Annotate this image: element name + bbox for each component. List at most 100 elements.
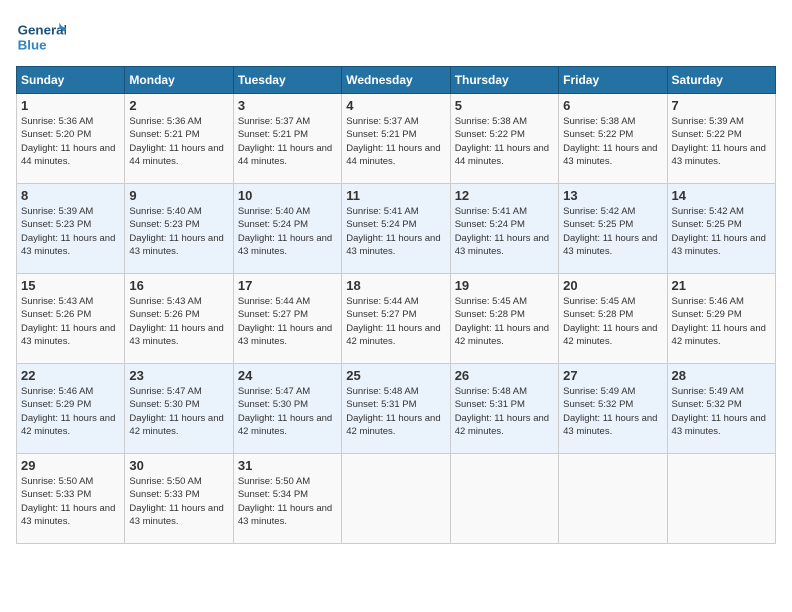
calendar-cell: 26 Sunrise: 5:48 AMSunset: 5:31 PMDayligh… (450, 364, 558, 454)
day-number: 13 (563, 188, 662, 203)
day-info: Sunrise: 5:50 AMSunset: 5:33 PMDaylight:… (21, 475, 120, 528)
day-number: 25 (346, 368, 445, 383)
day-number: 15 (21, 278, 120, 293)
day-number: 23 (129, 368, 228, 383)
day-number: 31 (238, 458, 337, 473)
day-info: Sunrise: 5:49 AMSunset: 5:32 PMDaylight:… (563, 385, 662, 438)
calendar-cell: 5 Sunrise: 5:38 AMSunset: 5:22 PMDaylight… (450, 94, 558, 184)
day-number: 19 (455, 278, 554, 293)
calendar-cell: 27 Sunrise: 5:49 AMSunset: 5:32 PMDayligh… (559, 364, 667, 454)
day-number: 17 (238, 278, 337, 293)
day-info: Sunrise: 5:46 AMSunset: 5:29 PMDaylight:… (672, 295, 771, 348)
calendar-cell: 28Sunrise: 5:49 AMSunset: 5:32 PMDayligh… (667, 364, 775, 454)
day-number: 30 (129, 458, 228, 473)
calendar-cell: 29 Sunrise: 5:50 AMSunset: 5:33 PMDayligh… (17, 454, 125, 544)
calendar-week-row: 15 Sunrise: 5:43 AMSunset: 5:26 PMDayligh… (17, 274, 776, 364)
weekday-header: Sunday (17, 67, 125, 94)
day-info: Sunrise: 5:43 AMSunset: 5:26 PMDaylight:… (129, 295, 228, 348)
calendar-cell: 14 Sunrise: 5:42 AMSunset: 5:25 PMDayligh… (667, 184, 775, 274)
svg-text:Blue: Blue (18, 37, 47, 52)
calendar-cell: 24 Sunrise: 5:47 AMSunset: 5:30 PMDayligh… (233, 364, 341, 454)
day-info: Sunrise: 5:42 AMSunset: 5:25 PMDaylight:… (563, 205, 662, 258)
calendar-week-row: 8Sunrise: 5:39 AMSunset: 5:23 PMDaylight… (17, 184, 776, 274)
day-info: Sunrise: 5:37 AMSunset: 5:21 PMDaylight:… (346, 115, 445, 168)
calendar-cell: 23 Sunrise: 5:47 AMSunset: 5:30 PMDayligh… (125, 364, 233, 454)
day-number: 4 (346, 98, 445, 113)
weekday-header: Tuesday (233, 67, 341, 94)
day-number: 7 (672, 98, 771, 113)
calendar-cell: 16 Sunrise: 5:43 AMSunset: 5:26 PMDayligh… (125, 274, 233, 364)
weekday-header: Friday (559, 67, 667, 94)
day-info: Sunrise: 5:47 AMSunset: 5:30 PMDaylight:… (238, 385, 337, 438)
day-number: 3 (238, 98, 337, 113)
logo-icon: General Blue (16, 16, 66, 56)
calendar-cell: 9 Sunrise: 5:40 AMSunset: 5:23 PMDaylight… (125, 184, 233, 274)
day-number: 1 (21, 98, 120, 113)
calendar-cell: 4 Sunrise: 5:37 AMSunset: 5:21 PMDaylight… (342, 94, 450, 184)
day-number: 21 (672, 278, 771, 293)
day-number: 20 (563, 278, 662, 293)
calendar-cell: 18 Sunrise: 5:44 AMSunset: 5:27 PMDayligh… (342, 274, 450, 364)
day-info: Sunrise: 5:44 AMSunset: 5:27 PMDaylight:… (238, 295, 337, 348)
day-info: Sunrise: 5:46 AMSunset: 5:29 PMDaylight:… (21, 385, 120, 438)
day-number: 29 (21, 458, 120, 473)
day-info: Sunrise: 5:40 AMSunset: 5:23 PMDaylight:… (129, 205, 228, 258)
day-number: 26 (455, 368, 554, 383)
calendar-cell: 7 Sunrise: 5:39 AMSunset: 5:22 PMDaylight… (667, 94, 775, 184)
day-info: Sunrise: 5:36 AMSunset: 5:20 PMDaylight:… (21, 115, 120, 168)
calendar-cell (342, 454, 450, 544)
day-number: 2 (129, 98, 228, 113)
day-info: Sunrise: 5:38 AMSunset: 5:22 PMDaylight:… (455, 115, 554, 168)
day-number: 16 (129, 278, 228, 293)
calendar-cell: 20Sunrise: 5:45 AMSunset: 5:28 PMDayligh… (559, 274, 667, 364)
day-info: Sunrise: 5:41 AMSunset: 5:24 PMDaylight:… (346, 205, 445, 258)
day-number: 8 (21, 188, 120, 203)
calendar-week-row: 22 Sunrise: 5:46 AMSunset: 5:29 PMDayligh… (17, 364, 776, 454)
calendar-cell: 30 Sunrise: 5:50 AMSunset: 5:33 PMDayligh… (125, 454, 233, 544)
calendar-cell: 19 Sunrise: 5:45 AMSunset: 5:28 PMDayligh… (450, 274, 558, 364)
day-number: 28 (672, 368, 771, 383)
day-info: Sunrise: 5:40 AMSunset: 5:24 PMDaylight:… (238, 205, 337, 258)
day-info: Sunrise: 5:38 AMSunset: 5:22 PMDaylight:… (563, 115, 662, 168)
calendar-table: SundayMondayTuesdayWednesdayThursdayFrid… (16, 66, 776, 544)
logo: General Blue (16, 16, 70, 56)
day-info: Sunrise: 5:50 AMSunset: 5:34 PMDaylight:… (238, 475, 337, 528)
calendar-cell: 6 Sunrise: 5:38 AMSunset: 5:22 PMDaylight… (559, 94, 667, 184)
day-number: 10 (238, 188, 337, 203)
day-info: Sunrise: 5:45 AMSunset: 5:28 PMDaylight:… (455, 295, 554, 348)
day-number: 12 (455, 188, 554, 203)
calendar-cell (450, 454, 558, 544)
day-number: 14 (672, 188, 771, 203)
day-number: 6 (563, 98, 662, 113)
day-info: Sunrise: 5:48 AMSunset: 5:31 PMDaylight:… (455, 385, 554, 438)
day-info: Sunrise: 5:44 AMSunset: 5:27 PMDaylight:… (346, 295, 445, 348)
header-row: SundayMondayTuesdayWednesdayThursdayFrid… (17, 67, 776, 94)
day-info: Sunrise: 5:48 AMSunset: 5:31 PMDaylight:… (346, 385, 445, 438)
day-number: 24 (238, 368, 337, 383)
weekday-header: Saturday (667, 67, 775, 94)
calendar-cell: 12Sunrise: 5:41 AMSunset: 5:24 PMDayligh… (450, 184, 558, 274)
day-number: 18 (346, 278, 445, 293)
calendar-cell: 8Sunrise: 5:39 AMSunset: 5:23 PMDaylight… (17, 184, 125, 274)
day-info: Sunrise: 5:42 AMSunset: 5:25 PMDaylight:… (672, 205, 771, 258)
day-number: 22 (21, 368, 120, 383)
calendar-week-row: 29 Sunrise: 5:50 AMSunset: 5:33 PMDayligh… (17, 454, 776, 544)
weekday-header: Wednesday (342, 67, 450, 94)
calendar-cell: 11Sunrise: 5:41 AMSunset: 5:24 PMDayligh… (342, 184, 450, 274)
calendar-cell: 1 Sunrise: 5:36 AMSunset: 5:20 PMDaylight… (17, 94, 125, 184)
day-info: Sunrise: 5:36 AMSunset: 5:21 PMDaylight:… (129, 115, 228, 168)
calendar-cell (667, 454, 775, 544)
calendar-cell: 15Sunrise: 5:43 AMSunset: 5:26 PMDayligh… (17, 274, 125, 364)
calendar-cell: 22 Sunrise: 5:46 AMSunset: 5:29 PMDayligh… (17, 364, 125, 454)
day-info: Sunrise: 5:50 AMSunset: 5:33 PMDaylight:… (129, 475, 228, 528)
day-number: 27 (563, 368, 662, 383)
weekday-header: Thursday (450, 67, 558, 94)
day-number: 9 (129, 188, 228, 203)
calendar-week-row: 1 Sunrise: 5:36 AMSunset: 5:20 PMDaylight… (17, 94, 776, 184)
day-info: Sunrise: 5:47 AMSunset: 5:30 PMDaylight:… (129, 385, 228, 438)
calendar-cell: 31 Sunrise: 5:50 AMSunset: 5:34 PMDayligh… (233, 454, 341, 544)
day-info: Sunrise: 5:39 AMSunset: 5:22 PMDaylight:… (672, 115, 771, 168)
calendar-cell: 13 Sunrise: 5:42 AMSunset: 5:25 PMDayligh… (559, 184, 667, 274)
day-number: 5 (455, 98, 554, 113)
page-header: General Blue (16, 16, 776, 56)
